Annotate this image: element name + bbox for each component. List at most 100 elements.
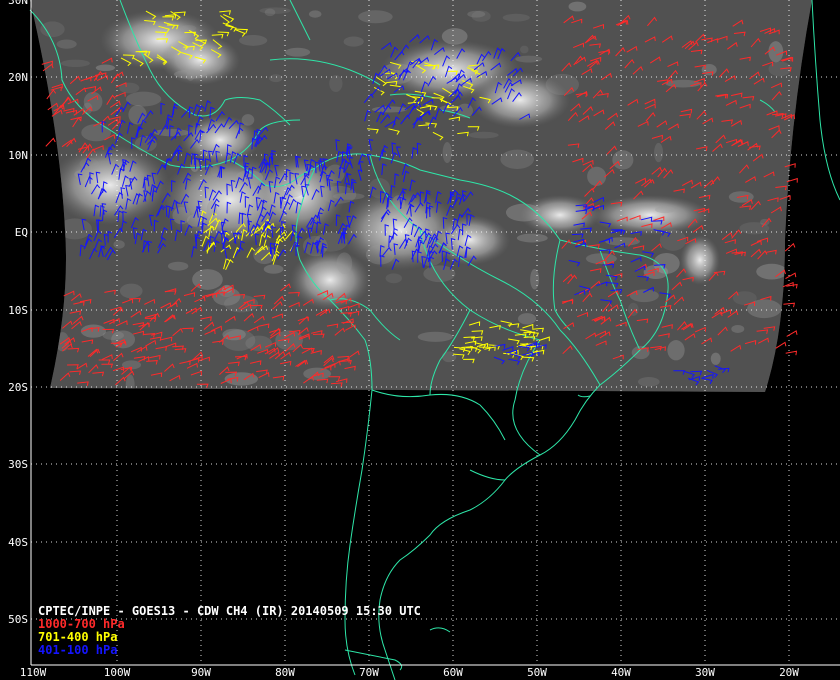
cloud-texture	[95, 64, 115, 72]
cloud-texture	[612, 150, 634, 170]
latitude-label: 20S	[8, 381, 28, 394]
latitude-label: 10N	[8, 149, 28, 162]
cloud-texture	[747, 299, 782, 319]
cloud-texture	[119, 283, 143, 299]
cloud-texture	[125, 374, 135, 392]
wind-map-stage: 30N 20N 10N EQ 10S 20S 30S 40S 50S 110W 100W 90W 80…	[0, 0, 840, 680]
longitude-label: 70W	[359, 666, 379, 679]
cloud-texture	[637, 376, 660, 387]
cloud-texture	[358, 10, 393, 24]
product-title: CPTEC/INPE - GOES13 - CDW CH4 (IR) 20140…	[38, 604, 421, 618]
cloud-texture	[83, 91, 103, 112]
wind-barb	[784, 242, 796, 252]
cloud-texture	[56, 39, 77, 49]
cloud-texture	[325, 164, 345, 184]
cloud-texture	[768, 61, 791, 77]
cloud-patch	[680, 235, 720, 285]
cloud-texture	[468, 131, 499, 139]
cloud-texture	[515, 55, 543, 63]
cloud-texture	[731, 324, 745, 333]
cloud-patch	[290, 250, 370, 310]
cloud-texture	[210, 165, 219, 177]
cloud-texture	[628, 302, 639, 316]
latitude-label: 40S	[8, 536, 28, 549]
cloud-texture	[654, 142, 664, 163]
longitude-label: 90W	[191, 666, 211, 679]
cloud-texture	[285, 47, 311, 57]
cloud-texture	[80, 324, 106, 338]
cloud-texture	[125, 91, 162, 107]
longitude-label: 80W	[275, 666, 295, 679]
latitude-label: 10S	[8, 304, 28, 317]
cloud-texture	[113, 240, 125, 249]
cloud-texture	[167, 261, 189, 271]
cloud-texture	[441, 28, 468, 45]
legend-low-level: 1000-700 hPa	[38, 617, 125, 631]
cloud-texture	[40, 21, 65, 38]
cloud-texture	[102, 330, 125, 340]
longitude-label: 50W	[527, 666, 547, 679]
latitude-label: EQ	[15, 226, 28, 239]
cloud-texture	[653, 252, 680, 274]
latitude-labels: 30N 20N 10N EQ 10S 20S 30S 40S 50S	[8, 0, 28, 626]
cloud-texture	[517, 313, 537, 325]
cloud-texture	[238, 34, 268, 46]
satellite-wind-map: 30N 20N 10N EQ 10S 20S 30S 40S 50S 110W 100W 90W 80…	[8, 0, 840, 680]
latitude-label: 30N	[8, 0, 28, 7]
cloud-texture	[710, 352, 721, 365]
latitude-label: 20N	[8, 71, 28, 84]
cloud-texture	[31, 113, 52, 135]
cloud-texture	[153, 129, 190, 137]
cloud-texture	[629, 289, 659, 303]
cloud-texture	[264, 8, 276, 17]
latitude-label: 50S	[8, 613, 28, 626]
longitude-label: 20W	[779, 666, 799, 679]
cloud-texture	[308, 10, 322, 18]
cloud-texture	[667, 340, 685, 361]
cloud-texture	[417, 331, 453, 342]
cloud-patch	[590, 195, 710, 235]
cloud-texture	[269, 74, 283, 83]
legend-high-level: 401-100 hPa	[38, 643, 117, 657]
wind-barb	[785, 272, 797, 280]
cloud-texture	[665, 79, 701, 88]
cloud-texture	[173, 69, 208, 79]
cloud-texture	[502, 13, 530, 22]
cloud-texture	[60, 59, 90, 67]
longitude-label: 110W	[20, 666, 47, 679]
longitude-label: 100W	[104, 666, 131, 679]
cloud-texture	[655, 206, 675, 214]
cloud-texture	[545, 73, 579, 96]
cloud-texture	[343, 36, 364, 47]
cloud-texture	[263, 264, 284, 274]
cloud-texture	[303, 367, 332, 381]
wind-barb	[45, 137, 56, 147]
longitude-label: 40W	[611, 666, 631, 679]
cloud-texture	[385, 273, 402, 284]
legend-mid-level: 701-400 hPa	[38, 630, 117, 644]
cloud-texture	[57, 218, 92, 240]
cloud-texture	[329, 74, 343, 93]
cloud-texture	[180, 25, 197, 32]
cloud-texture	[768, 41, 784, 63]
cloud-texture	[587, 166, 607, 187]
cloud-texture	[336, 252, 353, 275]
wind-barb	[775, 341, 787, 349]
cloud-texture	[38, 279, 54, 295]
cloud-texture	[530, 268, 540, 290]
latitude-label: 30S	[8, 458, 28, 471]
cloud-texture	[568, 1, 587, 12]
cloud-texture	[516, 233, 548, 243]
cloud-texture	[441, 351, 457, 363]
longitude-labels: 110W 100W 90W 80W 70W 60W 50W 40W 30W 20W	[20, 666, 800, 679]
cloud-texture	[520, 45, 529, 54]
cloud-texture	[222, 329, 256, 351]
cloud-texture	[456, 103, 473, 118]
wind-barb	[785, 350, 798, 356]
cloud-texture	[41, 221, 59, 232]
wind-barb	[786, 330, 798, 337]
cloud-texture	[241, 114, 255, 126]
longitude-label: 60W	[443, 666, 463, 679]
cloud-texture	[500, 149, 535, 169]
cloud-texture	[471, 10, 491, 22]
